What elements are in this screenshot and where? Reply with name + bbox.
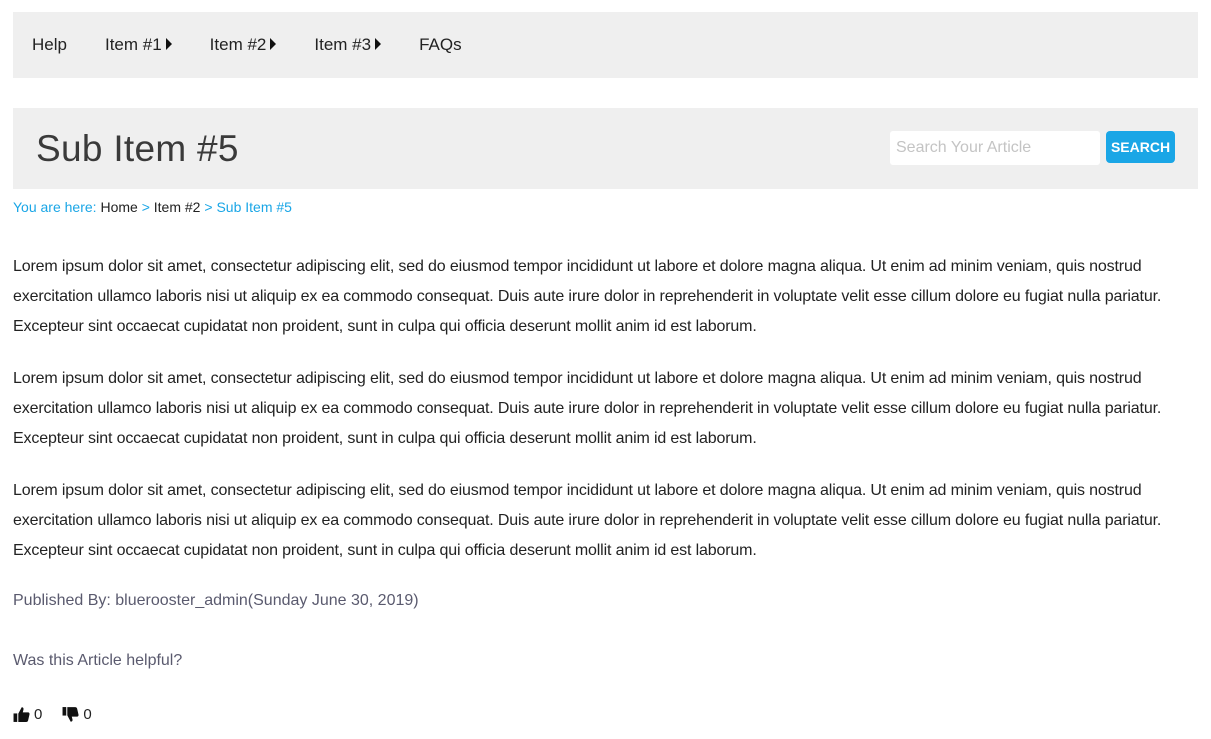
breadcrumb-parent-link[interactable]: Item #2 xyxy=(154,199,201,215)
nav-item-item-3[interactable]: Item #3 xyxy=(295,12,400,78)
breadcrumb-separator: > xyxy=(204,199,213,215)
thumbs-up-icon xyxy=(13,707,30,722)
published-by: Published By: bluerooster_admin(Sunday J… xyxy=(13,592,419,609)
vote-bar: 0 0 xyxy=(13,706,112,723)
thumbs-up-button[interactable]: 0 xyxy=(13,706,42,723)
nav-item-faqs[interactable]: FAQs xyxy=(400,12,481,78)
breadcrumb-separator: > xyxy=(141,199,150,215)
nav-item-label: Item #3 xyxy=(314,35,372,54)
article-paragraph: Lorem ipsum dolor sit amet, consectetur … xyxy=(13,370,1162,447)
page-title: Sub Item #5 xyxy=(36,128,239,169)
thumbs-up-count: 0 xyxy=(34,706,43,723)
article-body: Lorem ipsum dolor sit amet, consectetur … xyxy=(13,252,1198,588)
nav-item-help[interactable]: Help xyxy=(13,12,86,78)
nav-item-item-1[interactable]: Item #1 xyxy=(86,12,191,78)
nav-item-label: Help xyxy=(32,35,67,54)
thumbs-down-button[interactable]: 0 xyxy=(62,706,92,723)
caret-right-icon xyxy=(375,38,382,50)
search-input[interactable] xyxy=(890,131,1100,165)
nav-item-label: FAQs xyxy=(419,35,462,54)
thumbs-down-count: 0 xyxy=(83,706,92,723)
top-navigation: Help Item #1 Item #2 Item #3 FAQs xyxy=(13,12,1198,78)
caret-right-icon xyxy=(165,38,172,50)
thumbs-down-icon xyxy=(62,707,79,722)
breadcrumb-current: Sub Item #5 xyxy=(216,199,292,215)
breadcrumb: You are here: Home > Item #2 > Sub Item … xyxy=(13,199,292,215)
nav-item-label: Item #2 xyxy=(209,35,267,54)
helpful-question: Was this Article helpful? xyxy=(13,652,183,669)
article-paragraph: Lorem ipsum dolor sit amet, consectetur … xyxy=(13,482,1162,559)
nav-item-item-2[interactable]: Item #2 xyxy=(191,12,296,78)
breadcrumb-home-link[interactable]: Home xyxy=(100,199,137,215)
breadcrumb-prefix: You are here: xyxy=(13,199,97,215)
nav-item-label: Item #1 xyxy=(104,35,162,54)
article-paragraph: Lorem ipsum dolor sit amet, consectetur … xyxy=(13,258,1162,335)
caret-right-icon xyxy=(270,38,277,50)
search-button[interactable]: SEARCH xyxy=(1106,131,1175,163)
title-bar: Sub Item #5 SEARCH xyxy=(13,108,1198,189)
